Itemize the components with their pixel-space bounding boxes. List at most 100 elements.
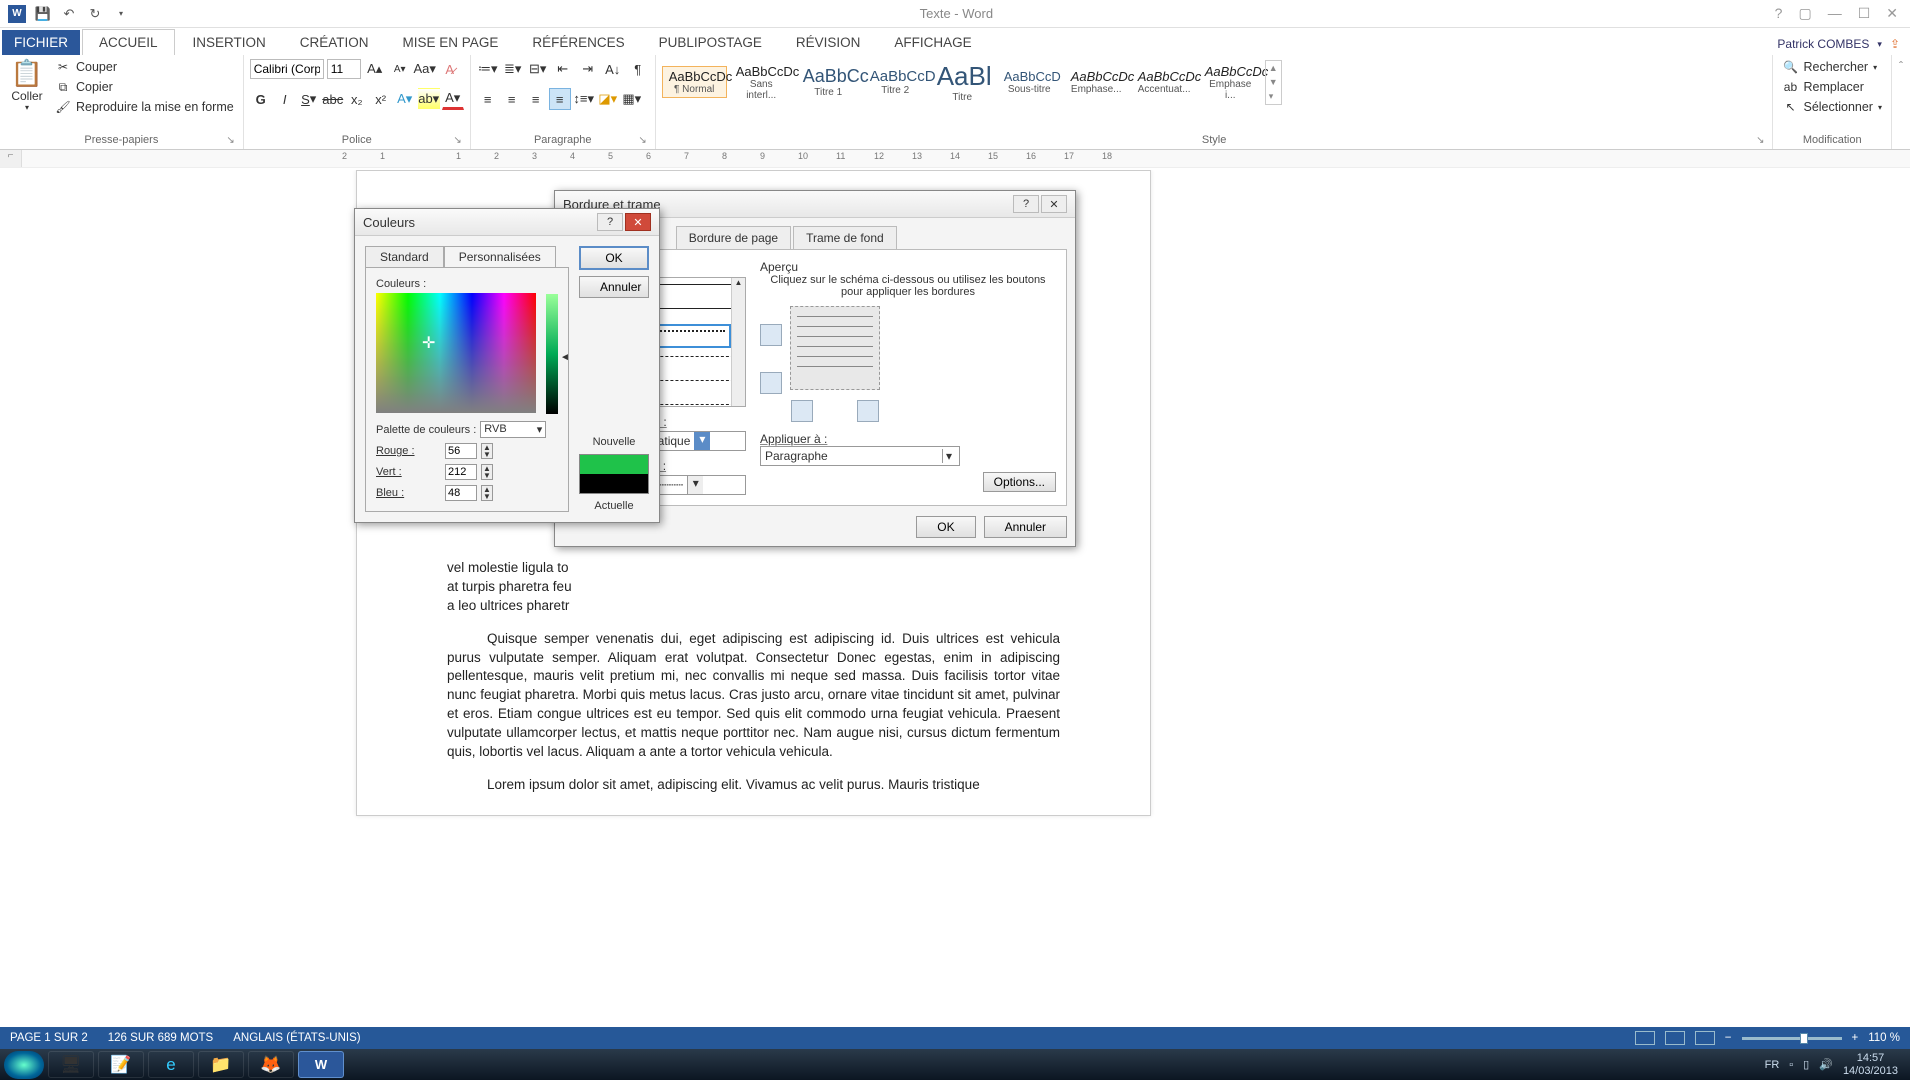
style-list-scrollbar[interactable]: ▲ (731, 278, 745, 406)
highlight-icon[interactable]: ab▾ (418, 88, 440, 110)
blue-input[interactable] (445, 485, 477, 501)
preview-right-border-button[interactable] (857, 400, 879, 422)
grow-font-icon[interactable]: A▴ (364, 58, 386, 80)
luminance-cursor-icon[interactable]: ◄ (560, 352, 570, 363)
underline-icon[interactable]: S▾ (298, 88, 320, 110)
tab-design[interactable]: CRÉATION (284, 30, 385, 55)
clipboard-launcher-icon[interactable]: ↘ (226, 135, 234, 146)
user-dropdown-icon[interactable]: ▾ (1877, 39, 1882, 50)
tab-mailings[interactable]: PUBLIPOSTAGE (643, 30, 778, 55)
subscript-icon[interactable]: x₂ (346, 88, 368, 110)
borders-cancel-button[interactable]: Annuler (984, 516, 1067, 538)
color-tab-standard[interactable]: Standard (365, 246, 444, 267)
shading-icon[interactable]: ◪▾ (597, 88, 619, 110)
justify-icon[interactable]: ≡ (549, 88, 571, 110)
style-scroll-up-icon[interactable]: ▲ (1266, 61, 1281, 75)
style-accent[interactable]: AaBbCcDcAccentuat... (1131, 66, 1196, 98)
italic-icon[interactable]: I (274, 88, 296, 110)
color-tab-custom[interactable]: Personnalisées (444, 246, 556, 267)
taskbar-explorer[interactable]: 🖥 (48, 1051, 94, 1078)
text-effects-icon[interactable]: A▾ (394, 88, 416, 110)
red-spinner[interactable]: ▲▼ (481, 443, 493, 459)
color-model-combo[interactable]: RVB▾ (480, 421, 546, 438)
tab-home[interactable]: ACCUEIL (82, 29, 175, 55)
style-scroll-down-icon[interactable]: ▼ (1266, 75, 1281, 89)
preview-bottom-border-button[interactable] (760, 372, 782, 394)
style-title[interactable]: AaBlTitre (930, 58, 995, 106)
style-subtitle[interactable]: AaBbCcDSous-titre (997, 66, 1062, 98)
borders-icon[interactable]: ▦▾ (621, 88, 643, 110)
red-input[interactable] (445, 443, 477, 459)
color-dialog-help-icon[interactable]: ? (597, 213, 623, 231)
tray-volume-icon[interactable]: 🔊 (1819, 1058, 1833, 1071)
style-emphasis2[interactable]: AaBbCcDcEmphase i... (1198, 61, 1263, 104)
taskbar-firefox[interactable]: 🦊 (248, 1051, 294, 1078)
dialog-help-icon[interactable]: ? (1013, 195, 1039, 213)
color-cancel-button[interactable]: Annuler (579, 276, 649, 298)
tray-network-icon[interactable]: ▯ (1803, 1058, 1809, 1071)
style-no-spacing[interactable]: AaBbCcDcSans interl... (729, 61, 794, 104)
tab-insert[interactable]: INSERTION (177, 30, 282, 55)
zoom-slider[interactable] (1742, 1037, 1842, 1040)
tab-layout[interactable]: MISE EN PAGE (387, 30, 515, 55)
strike-icon[interactable]: abc (322, 88, 344, 110)
font-launcher-icon[interactable]: ↘ (453, 135, 461, 146)
decrease-indent-icon[interactable]: ⇤ (552, 58, 574, 80)
paste-button[interactable]: 📋 Coller ▾ (6, 58, 48, 112)
tray-language[interactable]: FR (1765, 1059, 1780, 1071)
select-button[interactable]: ↖Sélectionner ▾ (1779, 98, 1885, 116)
para-launcher-icon[interactable]: ↘ (638, 135, 646, 146)
maximize-icon[interactable]: ☐ (1858, 5, 1871, 22)
apply-to-combo[interactable]: Paragraphe▾ (760, 446, 960, 466)
color-spectrum[interactable]: ✛ (376, 293, 536, 413)
horizontal-ruler[interactable]: 21123456789101112131415161718 (22, 150, 1910, 167)
view-print-icon[interactable] (1665, 1031, 1685, 1045)
bold-icon[interactable]: G (250, 88, 272, 110)
tray-clock[interactable]: 14:57 14/03/2013 (1843, 1052, 1898, 1076)
minimize-icon[interactable]: — (1828, 5, 1842, 22)
save-icon[interactable]: 💾 (34, 5, 52, 23)
styles-launcher-icon[interactable]: ↘ (1756, 135, 1764, 146)
user-name[interactable]: Patrick COMBES (1777, 37, 1869, 51)
zoom-level[interactable]: 110 % (1868, 1032, 1900, 1044)
borders-tab-page[interactable]: Bordure de page (676, 226, 791, 249)
copy-button[interactable]: ⧉Copier (52, 78, 237, 96)
clear-format-icon[interactable]: A̷ (439, 58, 461, 80)
line-spacing-icon[interactable]: ↕≡▾ (573, 88, 595, 110)
close-icon[interactable]: ✕ (1886, 5, 1898, 22)
style-more-icon[interactable]: ▾ (1266, 89, 1281, 104)
align-left-icon[interactable]: ≡ (477, 88, 499, 110)
style-normal[interactable]: AaBbCcDc¶ Normal (662, 66, 727, 98)
taskbar-notepad[interactable]: 📝 (98, 1051, 144, 1078)
align-center-icon[interactable]: ≡ (501, 88, 523, 110)
bullets-icon[interactable]: ≔▾ (477, 58, 499, 80)
replace-button[interactable]: abRemplacer (1779, 78, 1885, 96)
tab-references[interactable]: RÉFÉRENCES (516, 30, 640, 55)
color-dialog-close-icon[interactable]: ✕ (625, 213, 651, 231)
sort-icon[interactable]: A↓ (602, 58, 624, 80)
multilevel-icon[interactable]: ⊟▾ (527, 58, 549, 80)
find-button[interactable]: 🔍Rechercher ▾ (1779, 58, 1885, 76)
tray-flag-icon[interactable]: ▫ (1789, 1059, 1793, 1071)
style-gallery[interactable]: AaBbCcDc¶ Normal AaBbCcDcSans interl... … (662, 58, 1282, 106)
zoom-in-icon[interactable]: + (1852, 1032, 1859, 1044)
show-marks-icon[interactable]: ¶ (627, 58, 649, 80)
font-color-icon[interactable]: A▾ (442, 88, 464, 110)
spectrum-cursor-icon[interactable]: ✛ (422, 333, 435, 353)
style-emphasis1[interactable]: AaBbCcDcEmphase... (1064, 66, 1129, 98)
view-read-icon[interactable] (1635, 1031, 1655, 1045)
blue-spinner[interactable]: ▲▼ (481, 485, 493, 501)
dialog-close-icon[interactable]: ✕ (1041, 195, 1067, 213)
taskbar-word[interactable]: W (298, 1051, 344, 1078)
status-words[interactable]: 126 SUR 689 MOTS (108, 1032, 213, 1044)
style-heading2[interactable]: AaBbCcDTitre 2 (863, 65, 928, 99)
borders-ok-button[interactable]: OK (916, 516, 975, 538)
numbering-icon[interactable]: ≣▾ (502, 58, 524, 80)
collapse-ribbon-icon[interactable]: ˆ (1892, 55, 1910, 149)
undo-icon[interactable]: ↶ (60, 5, 78, 23)
font-size-combo[interactable] (327, 59, 361, 79)
zoom-out-icon[interactable]: − (1725, 1032, 1732, 1044)
superscript-icon[interactable]: x² (370, 88, 392, 110)
tab-view[interactable]: AFFICHAGE (878, 30, 987, 55)
tab-file[interactable]: FICHIER (2, 30, 80, 55)
